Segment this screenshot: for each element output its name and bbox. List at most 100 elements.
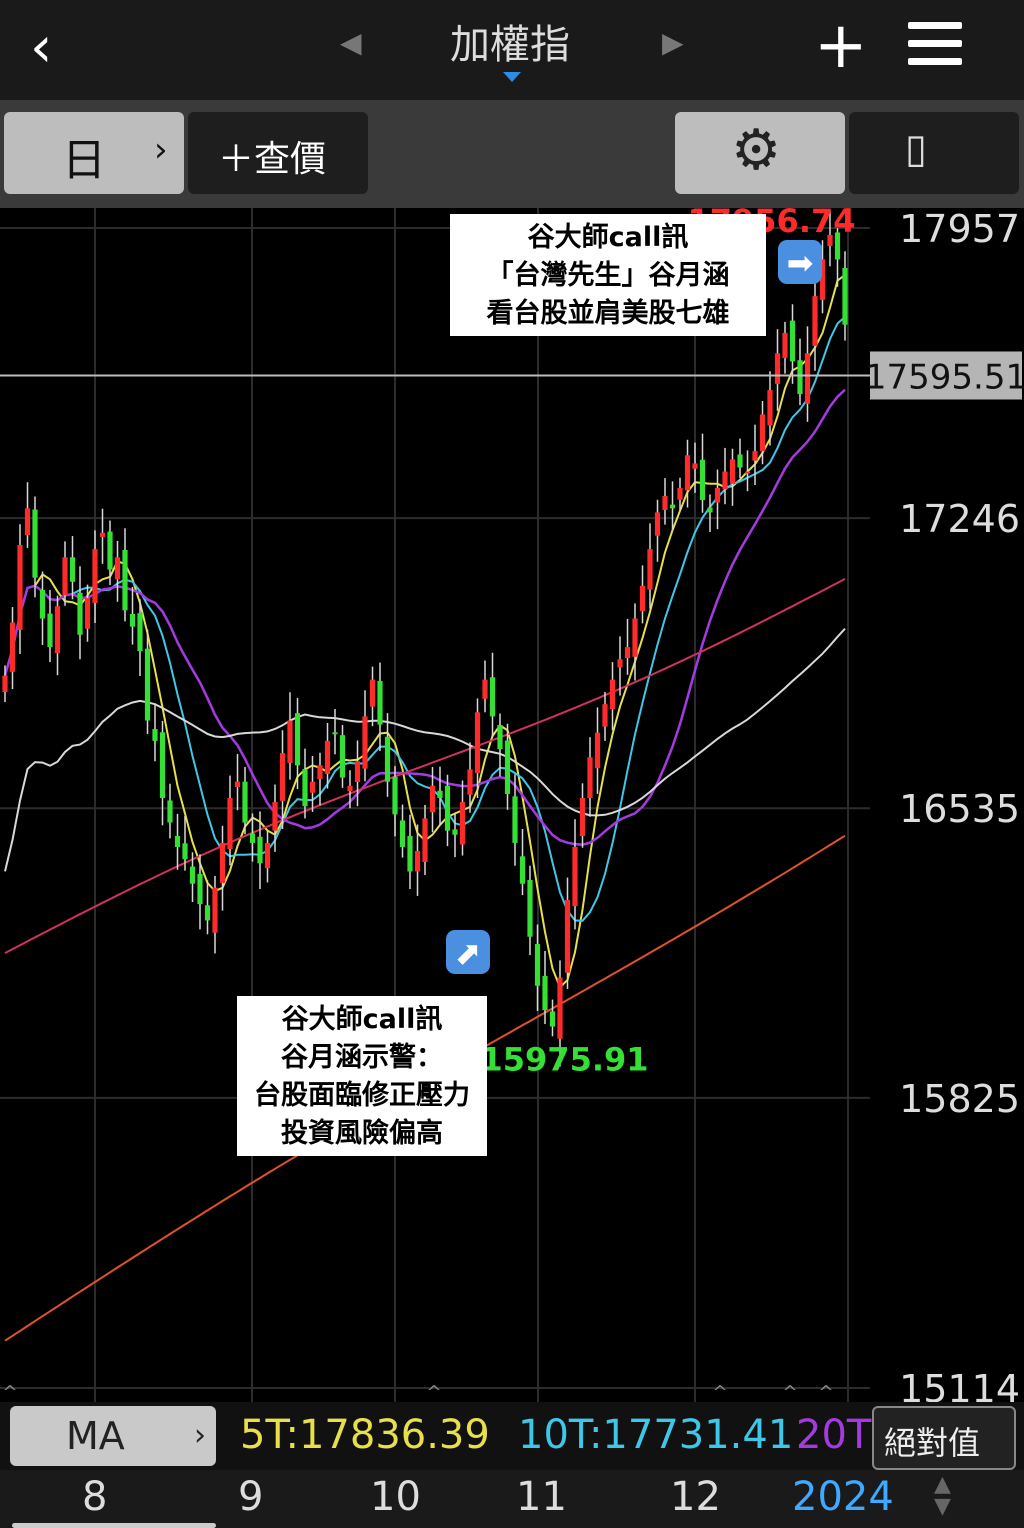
- candle-up: [774, 353, 781, 384]
- candle-up: [474, 712, 481, 774]
- candle-up: [624, 647, 631, 659]
- candle-down: [137, 613, 143, 652]
- caret-up-marker-icon: ^: [818, 1382, 833, 1402]
- candlestick-chart[interactable]: 1795717246165351582515114 17595.5117956.…: [0, 208, 1024, 1402]
- candle-up: [62, 557, 68, 596]
- candle-down: [242, 781, 248, 823]
- candle-down: [294, 713, 301, 766]
- candle-down: [407, 835, 413, 872]
- candle-up: [639, 585, 646, 612]
- low-callout-line: 投資風險偏高: [281, 1117, 443, 1149]
- candle-up: [84, 598, 91, 629]
- indicator-bar: MA › 5T:17836.39 10T:17731.41 20T 絕對值: [0, 1402, 1024, 1470]
- rotate-screen-button[interactable]: ▯: [849, 112, 1019, 194]
- low-callout-line: 台股面臨修正壓力: [254, 1079, 470, 1111]
- candle-down: [332, 732, 338, 735]
- candle-down: [129, 613, 136, 627]
- candle-up: [722, 471, 728, 490]
- quote-lookup-button[interactable]: ＋查價: [188, 112, 368, 194]
- candle-down: [339, 735, 346, 778]
- chart-toolbar: 日 › ＋查價 ⚙ ▯: [0, 100, 1024, 208]
- chart-scrollbar[interactable]: [12, 1523, 216, 1528]
- high-callout-line: 「台灣先生」谷月涵: [487, 259, 730, 291]
- candle-down: [527, 880, 533, 937]
- prev-symbol-icon[interactable]: ◀: [340, 26, 362, 59]
- x-tick-label: 8: [82, 1474, 108, 1520]
- candle-up: [347, 785, 353, 792]
- up-right-arrow-icon: ⬈: [455, 934, 482, 972]
- candle-up: [287, 720, 293, 763]
- candle-up: [212, 887, 218, 933]
- up-down-sort-icon[interactable]: ▲ ▼: [934, 1474, 951, 1518]
- candle-up: [354, 761, 361, 783]
- time-axis: 8 9 10 11 12 2024 ▲ ▼: [0, 1470, 1024, 1528]
- caret-up-marker-icon: ^: [712, 1382, 727, 1402]
- candle-down: [452, 829, 458, 835]
- chevron-right-icon: ›: [194, 1418, 206, 1453]
- candle-down: [842, 267, 848, 325]
- candle-up: [557, 977, 563, 1039]
- candle-down: [797, 360, 803, 395]
- candle-up: [317, 765, 323, 780]
- x-tick-label-year: 2024: [792, 1474, 894, 1520]
- candle-down: [699, 459, 706, 501]
- price-axis-label: 17957: [899, 208, 1020, 251]
- symbol-title[interactable]: 加權指: [420, 12, 600, 70]
- caret-up-marker-icon: ^: [2, 1382, 17, 1402]
- candle-up: [92, 549, 98, 603]
- candle-up: [752, 451, 758, 461]
- hamburger-menu-icon[interactable]: [908, 22, 962, 76]
- title-dropdown-caret-icon[interactable]: [503, 72, 521, 82]
- candle-up: [54, 606, 61, 654]
- candle-up: [422, 818, 428, 863]
- add-watchlist-icon[interactable]: +: [814, 8, 868, 84]
- absolute-value-button[interactable]: 絕對值: [872, 1406, 1016, 1470]
- candle-up: [579, 798, 586, 836]
- candle-down: [669, 504, 676, 509]
- candle-up: [234, 781, 241, 787]
- next-symbol-icon[interactable]: ▶: [662, 26, 684, 59]
- right-arrow-icon: ➡: [787, 244, 814, 282]
- candle-down: [542, 975, 548, 1011]
- period-selector-button[interactable]: 日 ›: [4, 112, 184, 194]
- candle-down: [69, 557, 76, 582]
- rotate-phone-icon: ▯: [905, 126, 928, 172]
- candle-up: [362, 716, 368, 769]
- price-axis-label: 16535: [899, 787, 1020, 831]
- x-tick-label: 9: [238, 1474, 264, 1520]
- candle-up: [227, 798, 233, 850]
- candle-down: [444, 785, 451, 831]
- indicator-selector-button[interactable]: MA ›: [10, 1406, 216, 1466]
- low-callout-line: 谷月涵示警：: [281, 1042, 443, 1073]
- candle-up: [219, 842, 226, 883]
- period-label: 日: [62, 135, 106, 186]
- candle-up: [767, 389, 773, 426]
- candle-up: [467, 769, 473, 795]
- back-chevron-icon[interactable]: ‹: [30, 18, 80, 78]
- candle-up: [24, 508, 31, 536]
- candle-down: [174, 835, 181, 847]
- indicator-label: MA: [66, 1414, 125, 1458]
- candle-up: [279, 753, 286, 801]
- candle-up: [264, 842, 271, 869]
- candle-down: [789, 320, 796, 362]
- candle-up: [564, 900, 571, 973]
- high-callout-line: 看台股並肩美股七雄: [487, 297, 730, 329]
- candle-down: [249, 833, 256, 843]
- candle-down: [47, 613, 53, 648]
- candle-up: [609, 679, 616, 710]
- ma20-value: 20T: [796, 1412, 872, 1458]
- candle-up: [9, 622, 16, 672]
- candle-up: [114, 557, 121, 580]
- caret-up-marker-icon: ^: [782, 1382, 797, 1402]
- price-axis-label: 15825: [899, 1077, 1020, 1121]
- x-tick-label: 11: [516, 1474, 567, 1520]
- candle-up: [594, 732, 601, 769]
- candle-up: [684, 455, 691, 491]
- candle-up: [17, 545, 23, 630]
- chart-settings-button[interactable]: ⚙: [675, 112, 845, 194]
- candle-down: [549, 1011, 556, 1027]
- candle-down: [489, 677, 496, 717]
- candle-up: [572, 846, 578, 907]
- candle-down: [437, 790, 443, 799]
